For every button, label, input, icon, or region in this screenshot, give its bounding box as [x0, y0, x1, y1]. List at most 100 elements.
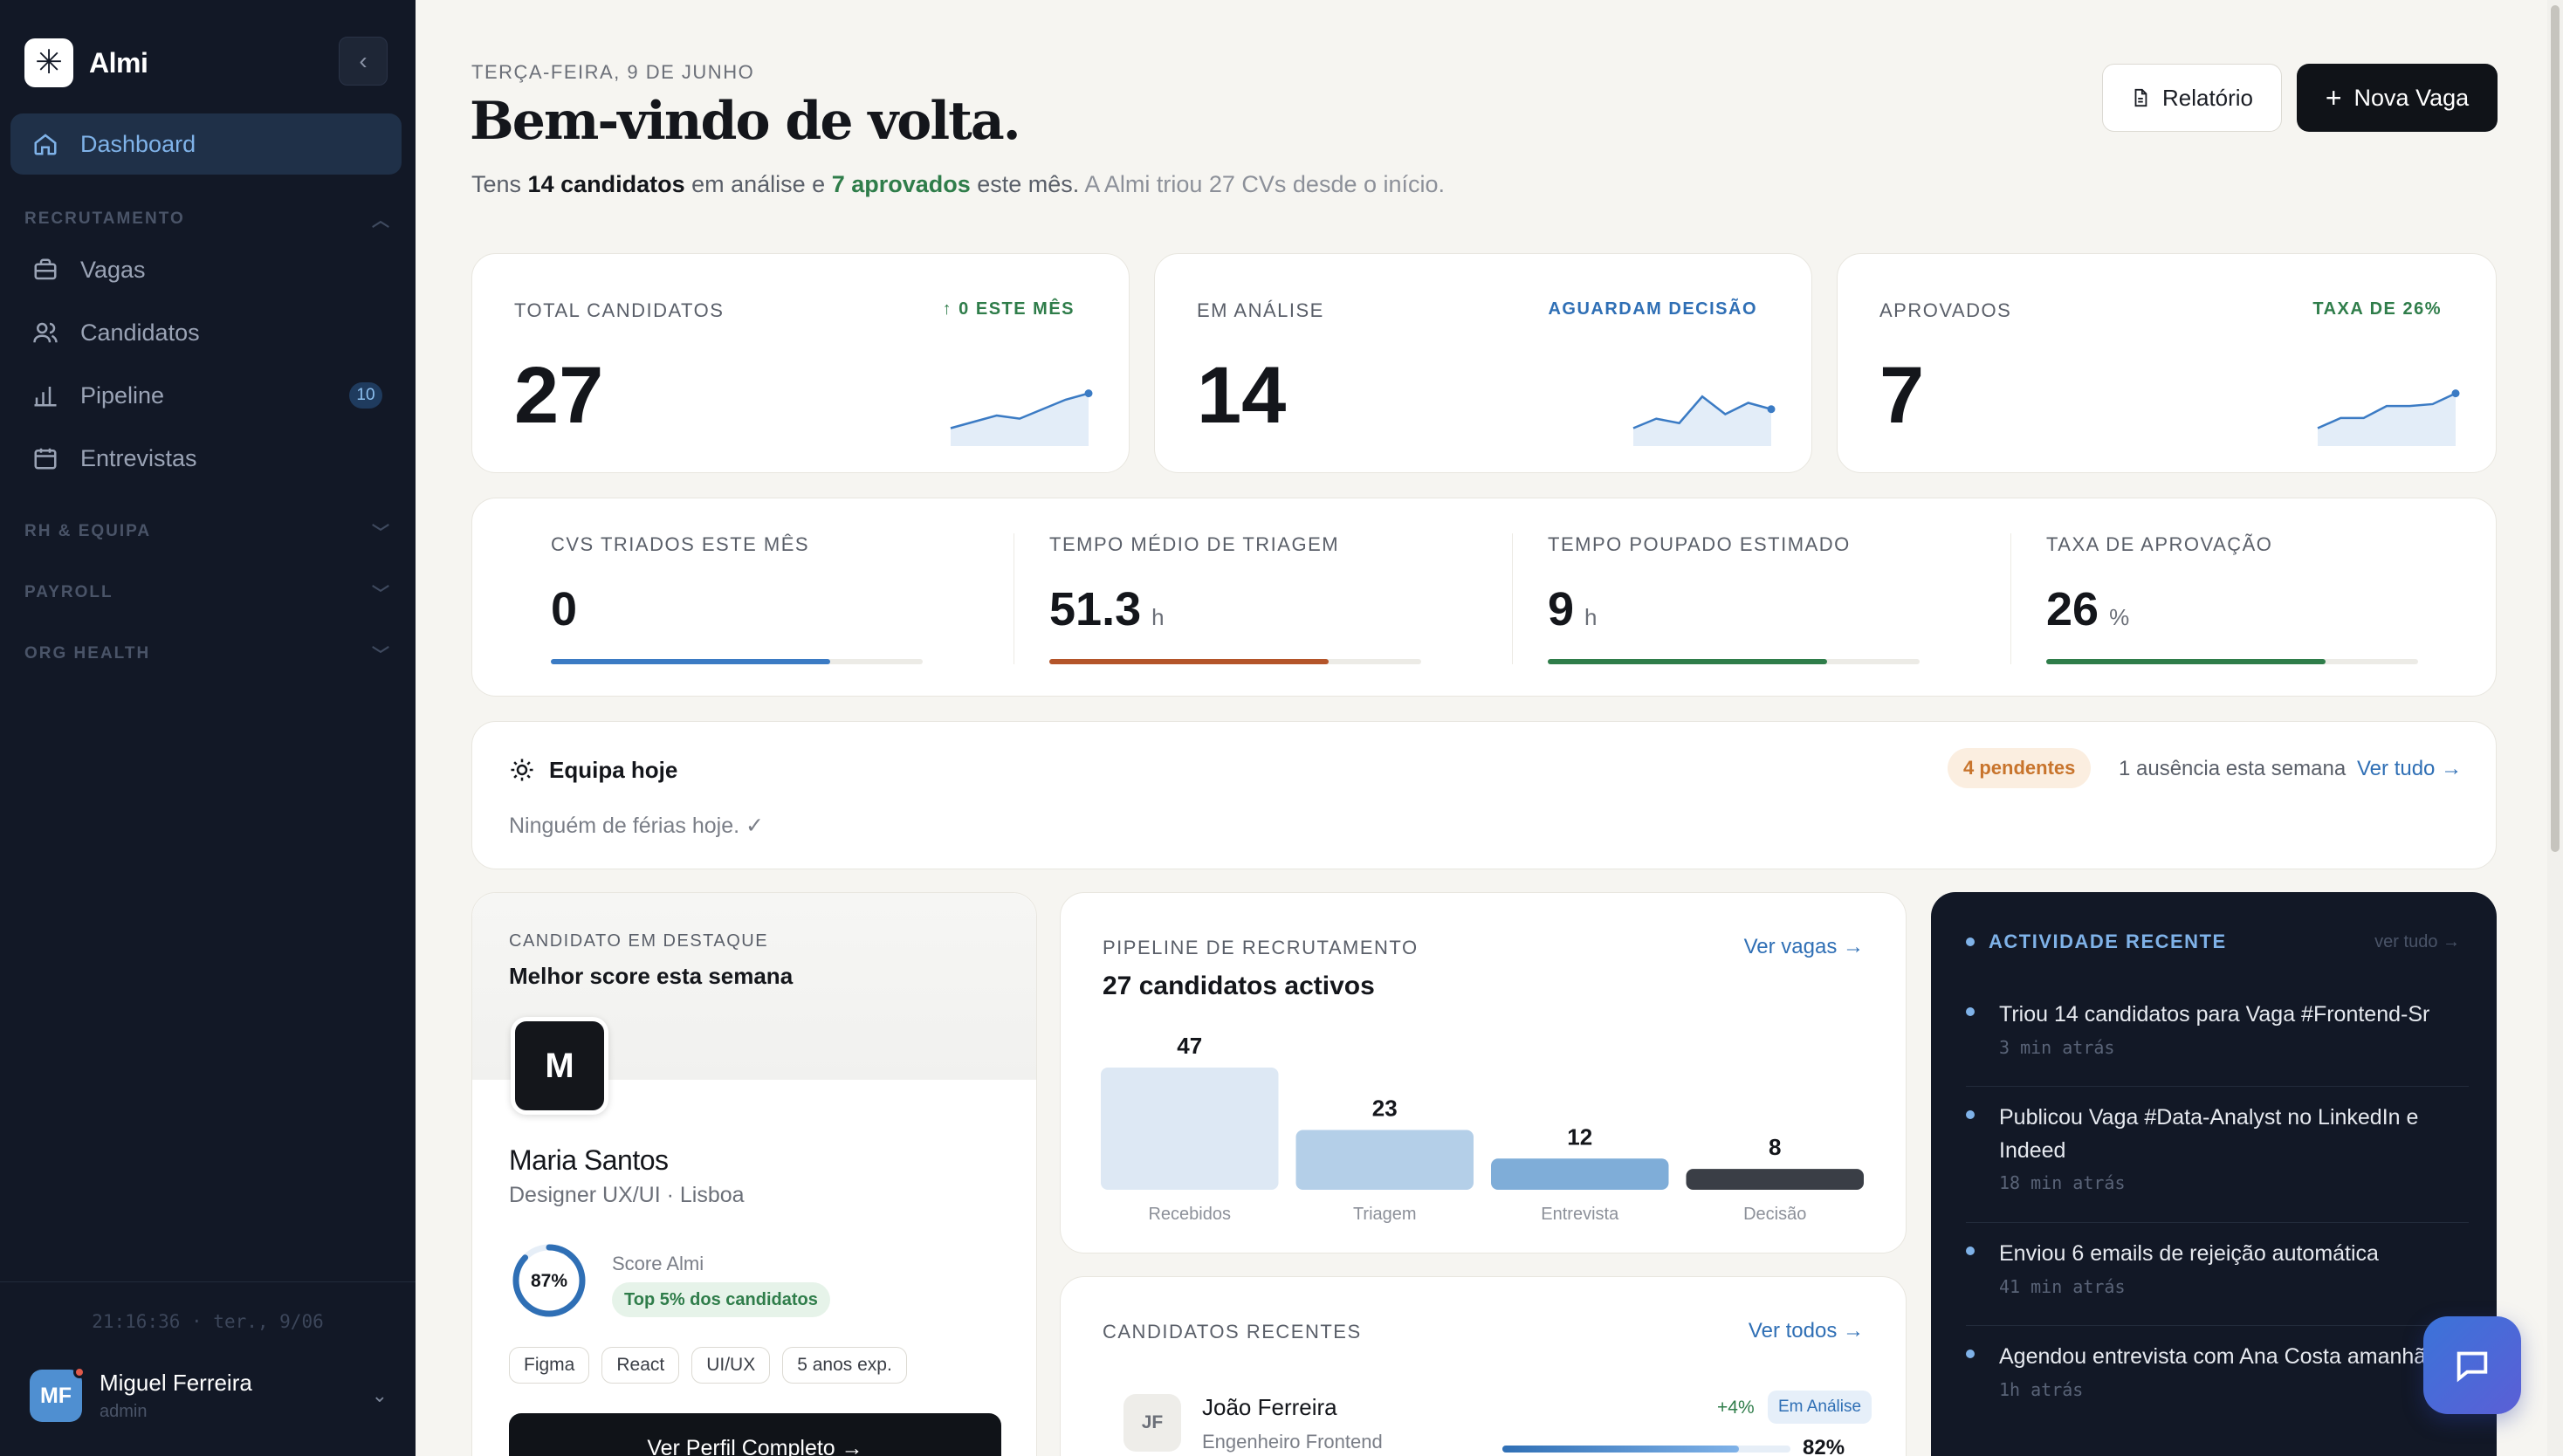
sidebar-item-label: Entrevistas	[80, 444, 197, 471]
see-all-team-link[interactable]: Ver tudo →	[2357, 757, 2462, 781]
bullet-dot-icon	[1966, 1247, 1975, 1255]
bar-category-label: Decisão	[1743, 1205, 1806, 1224]
stat-card-analysis[interactable]: EM ANÁLISE AGUARDAM DECISÃO 14	[1154, 253, 1812, 473]
see-jobs-link[interactable]: Ver vagas →	[1744, 935, 1864, 959]
current-date: TERÇA-FEIRA, 9 DE JUNHO	[471, 61, 755, 83]
sidebar-item-label: Dashboard	[80, 130, 196, 157]
user-name: Miguel Ferreira	[100, 1370, 252, 1396]
candidate-name: João Ferreira	[1202, 1394, 1337, 1420]
pipeline-bar-recebidos[interactable]	[1101, 1068, 1279, 1190]
scrollbar-thumb[interactable]	[2551, 5, 2560, 852]
pipeline-bar-triagem[interactable]	[1295, 1130, 1474, 1190]
featured-title: Melhor score esta semana	[509, 963, 794, 989]
score-delta: +4%	[1717, 1398, 1755, 1418]
sidebar-item-label: Vagas	[80, 256, 146, 283]
candidate-score: 82%	[1803, 1436, 1845, 1456]
score-ring: 87%	[512, 1244, 586, 1317]
metrics-card: CVS TRIADOS ESTE MÊS 0 TEMPO MÉDIO DE TR…	[471, 498, 2497, 697]
user-menu[interactable]: MF Miguel Ferreira admin ⌄	[30, 1365, 388, 1426]
sidebar-section-rh-equipa[interactable]: RH & EQUIPA ﹀	[24, 519, 391, 544]
brand-name: Almi	[89, 46, 148, 79]
sidebar-item-label: Pipeline	[80, 381, 165, 409]
view-profile-button[interactable]: Ver Perfil Completo →	[509, 1413, 1001, 1456]
sidebar: ✳ Almi ‹ Dashboard RECRUTAMENTO ︿ Vagas …	[0, 0, 416, 1456]
status-badge: Em Análise	[1768, 1391, 1872, 1424]
chat-bubble-icon	[2456, 1351, 2488, 1383]
calendar-icon	[31, 444, 59, 472]
plus-icon: +	[2325, 82, 2342, 113]
avatar: JF	[1123, 1394, 1181, 1452]
chevron-down-icon: ﹀	[372, 524, 391, 543]
sidebar-item-candidatos[interactable]: Candidatos	[10, 302, 402, 363]
skill-tag: React	[601, 1347, 680, 1384]
bar-chart-icon	[31, 381, 59, 409]
team-today-card: Equipa hoje Ninguém de férias hoje. ✓ 4 …	[471, 721, 2497, 869]
activity-item: Triou 14 candidatos para Vaga #Frontend-…	[1966, 999, 2469, 1058]
sidebar-section-org-health[interactable]: ORG HEALTH ﹀	[24, 641, 391, 666]
candidate-name[interactable]: Maria Santos	[509, 1144, 669, 1177]
pipeline-bar-entrevista[interactable]	[1491, 1158, 1669, 1190]
sidebar-section-payroll[interactable]: PAYROLL ﹀	[24, 580, 391, 605]
pipeline-bar-decisão[interactable]	[1686, 1169, 1865, 1190]
stat-tag: AGUARDAM DECISÃO	[1548, 299, 1757, 319]
sidebar-item-vagas[interactable]: Vagas	[10, 239, 402, 300]
pipeline-title: 27 candidatos activos	[1103, 972, 1375, 1000]
home-icon	[31, 130, 59, 158]
bar-value-label: 8	[1769, 1134, 1781, 1160]
skill-tag: 5 anos exp.	[782, 1347, 907, 1384]
pipeline-label: PIPELINE DE RECRUTAMENTO	[1103, 937, 1419, 958]
progress-bar	[551, 659, 923, 664]
stat-label: EM ANÁLISE	[1197, 299, 1324, 321]
chevron-down-icon: ⌄	[371, 1384, 388, 1406]
stat-card-approved[interactable]: APROVADOS TAXA DE 26% 7	[1837, 253, 2497, 473]
new-job-button[interactable]: + Nova Vaga	[2297, 64, 2498, 132]
pending-badge[interactable]: 4 pendentes	[1948, 748, 2092, 788]
sidebar-item-dashboard[interactable]: Dashboard	[10, 113, 402, 175]
activity-see-all-link[interactable]: ver tudo →	[2374, 932, 2460, 952]
notification-dot	[73, 1366, 86, 1378]
sidebar-item-label: Candidatos	[80, 319, 200, 346]
brand[interactable]: ✳ Almi	[24, 38, 148, 87]
stat-value: 14	[1197, 351, 1287, 440]
report-button[interactable]: Relatório	[2102, 64, 2282, 132]
chat-button[interactable]	[2423, 1316, 2521, 1414]
featured-label: CANDIDATO EM DESTAQUE	[509, 931, 769, 951]
asterisk-logo-icon: ✳	[24, 38, 73, 87]
stat-tag: ↑ 0 ESTE MÊS	[942, 299, 1075, 319]
divider	[2010, 533, 2011, 664]
sparkline-end-point	[1767, 405, 1776, 414]
activity-item: Agendou entrevista com Ana Costa amanhã …	[1966, 1341, 2469, 1400]
collapse-sidebar-button[interactable]: ‹	[339, 37, 388, 86]
see-all-candidates-link[interactable]: Ver todos →	[1749, 1319, 1864, 1343]
sidebar-section-recrutamento[interactable]: RECRUTAMENTO ︿	[24, 206, 391, 231]
progress-fill	[1049, 659, 1329, 664]
metric-cvs-triados: CVS TRIADOS ESTE MÊS 0	[551, 498, 1048, 696]
stat-card-total[interactable]: TOTAL CANDIDATOS ↑ 0 ESTE MÊS 27	[471, 253, 1130, 473]
score-label: Score Almi	[612, 1253, 704, 1274]
progress-bar	[1049, 659, 1421, 664]
featured-candidate-card: CANDIDATO EM DESTAQUE Melhor score esta …	[471, 892, 1037, 1456]
sparkline	[950, 389, 1093, 446]
score-bar-fill	[1502, 1446, 1739, 1453]
stat-value: 7	[1879, 351, 1925, 440]
pipeline-card: PIPELINE DE RECRUTAMENTO 27 candidatos a…	[1060, 892, 1907, 1253]
sidebar-divider	[0, 1281, 416, 1282]
bullet-dot-icon	[1966, 1350, 1975, 1358]
sidebar-item-pipeline[interactable]: Pipeline 10	[10, 365, 402, 426]
stat-value: 27	[514, 351, 604, 440]
progress-bar	[2046, 659, 2418, 664]
pipeline-bar-chart: 47 Recebidos 23 Triagem 12 Entrevista 8 Decisão	[1101, 1033, 1865, 1224]
sparkline	[1632, 395, 1776, 446]
team-title: Equipa hoje	[549, 757, 678, 783]
bar-value-label: 47	[1177, 1033, 1202, 1059]
avatar: M	[511, 1017, 608, 1115]
recent-label: CANDIDATOS RECENTES	[1103, 1321, 1362, 1343]
absence-text: 1 ausência esta semana	[2119, 757, 2347, 780]
progress-bar	[1548, 659, 1920, 664]
activity-title: ACTIVIDADE RECENTE	[1966, 931, 2227, 953]
page-scrollbar[interactable]	[2547, 0, 2563, 1456]
bullet-dot-icon	[1966, 937, 1975, 946]
briefcase-icon	[31, 256, 59, 284]
activity-item: Publicou Vaga #Data-Analyst no LinkedIn …	[1966, 1102, 2469, 1193]
sidebar-item-entrevistas[interactable]: Entrevistas	[10, 428, 402, 489]
